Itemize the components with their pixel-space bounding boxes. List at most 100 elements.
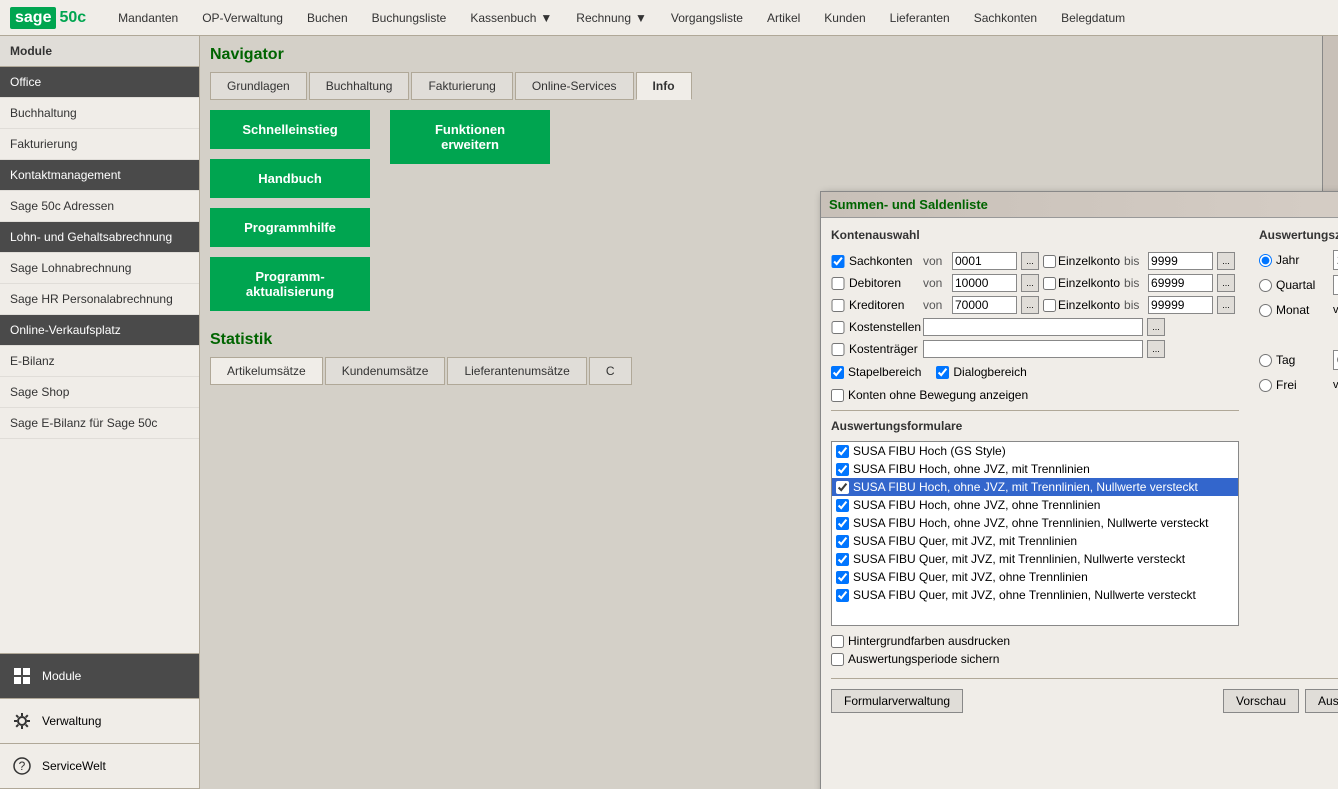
btn-schnelleinstieg[interactable]: Schnelleinstieg xyxy=(210,110,370,149)
btn-handbuch[interactable]: Handbuch xyxy=(210,159,370,198)
input-sachkonten-von[interactable] xyxy=(952,252,1017,270)
cb-debitoren-einzelkonto[interactable] xyxy=(1043,277,1056,290)
menu-belegdatum[interactable]: Belegdatum xyxy=(1049,0,1137,36)
tab-buchhaltung[interactable]: Buchhaltung xyxy=(309,72,410,100)
menu-mandanten[interactable]: Mandanten xyxy=(106,0,190,36)
tab-c[interactable]: C xyxy=(589,357,632,385)
radio-tag[interactable] xyxy=(1259,354,1272,367)
menu-kunden[interactable]: Kunden xyxy=(812,0,877,36)
cb-formulare-1[interactable] xyxy=(836,463,849,476)
tab-fakturierung[interactable]: Fakturierung xyxy=(411,72,512,100)
btn-programmhilfe[interactable]: Programmhilfe xyxy=(210,208,370,247)
btn-formularverwaltung[interactable]: Formularverwaltung xyxy=(831,689,963,713)
formulare-listbox[interactable]: SUSA FIBU Hoch (GS Style) SUSA FIBU Hoch… xyxy=(831,441,1239,626)
cb-formulare-2[interactable] xyxy=(836,481,849,494)
menu-vorgangsliste[interactable]: Vorgangsliste xyxy=(659,0,755,36)
btn-ausgabe[interactable]: Ausgabe ▼ xyxy=(1305,689,1338,713)
btn-kreditoren-bis-dots[interactable]: ... xyxy=(1217,296,1235,314)
cb-kreditoren[interactable] xyxy=(831,299,845,312)
menu-op-verwaltung[interactable]: OP-Verwaltung xyxy=(190,0,295,36)
cb-kostentraeger[interactable] xyxy=(831,343,845,356)
input-sachkonten-bis[interactable] xyxy=(1148,252,1213,270)
cb-sachkonten[interactable] xyxy=(831,255,845,268)
sidebar-item-office[interactable]: Office xyxy=(0,67,199,98)
sidebar-item-buchhaltung[interactable]: Buchhaltung xyxy=(0,98,199,129)
formulare-item-8[interactable]: SUSA FIBU Quer, mit JVZ, ohne Trennlinie… xyxy=(832,586,1238,604)
menu-buchungsliste[interactable]: Buchungsliste xyxy=(360,0,459,36)
cb-hintergrundfarben[interactable] xyxy=(831,635,844,648)
cb-formulare-6[interactable] xyxy=(836,553,849,566)
cb-formulare-0[interactable] xyxy=(836,445,849,458)
btn-kostenstellen-dots[interactable]: ... xyxy=(1147,318,1165,336)
formulare-item-1[interactable]: SUSA FIBU Hoch, ohne JVZ, mit Trennlinie… xyxy=(832,460,1238,478)
cb-formulare-7[interactable] xyxy=(836,571,849,584)
cb-formulare-3[interactable] xyxy=(836,499,849,512)
radio-frei[interactable] xyxy=(1259,379,1272,392)
input-kostenstellen[interactable] xyxy=(923,318,1143,336)
sidebar-item-sage-lohn[interactable]: Sage Lohnabrechnung xyxy=(0,253,199,284)
input-jahr[interactable] xyxy=(1333,250,1338,270)
menu-sachkonten[interactable]: Sachkonten xyxy=(962,0,1049,36)
sidebar-bottom-servicewelt[interactable]: ? ServiceWelt xyxy=(0,744,199,789)
sidebar-item-sage-hr[interactable]: Sage HR Personalabrechnung xyxy=(0,284,199,315)
formulare-item-6[interactable]: SUSA FIBU Quer, mit JVZ, mit Trennlinien… xyxy=(832,550,1238,568)
btn-debitoren-bis-dots[interactable]: ... xyxy=(1217,274,1235,292)
sidebar-item-lohn[interactable]: Lohn- und Gehaltsabrechnung xyxy=(0,222,199,253)
cb-kreditoren-einzelkonto[interactable] xyxy=(1043,299,1056,312)
cb-konten-bewegung[interactable] xyxy=(831,389,844,402)
menu-buchen[interactable]: Buchen xyxy=(295,0,360,36)
input-kreditoren-von[interactable] xyxy=(952,296,1017,314)
sidebar-item-sage50c-adressen[interactable]: Sage 50c Adressen xyxy=(0,191,199,222)
tab-kundenumsaetze[interactable]: Kundenumsätze xyxy=(325,357,446,385)
cb-dialogbereich[interactable] xyxy=(936,366,949,379)
btn-debitoren-von-dots[interactable]: ... xyxy=(1021,274,1039,292)
btn-kostentraeger-dots[interactable]: ... xyxy=(1147,340,1165,358)
tab-lieferantenumsaetze[interactable]: Lieferantenumsätze xyxy=(447,357,586,385)
btn-funktionen-erweitern[interactable]: Funktionen erweitern xyxy=(390,110,550,164)
input-tag[interactable] xyxy=(1333,350,1338,370)
btn-kreditoren-von-dots[interactable]: ... xyxy=(1021,296,1039,314)
formulare-item-5[interactable]: SUSA FIBU Quer, mit JVZ, mit Trennlinien xyxy=(832,532,1238,550)
sidebar-bottom-module[interactable]: Module xyxy=(0,654,199,699)
sidebar-item-sage-ebilanz[interactable]: Sage E-Bilanz für Sage 50c xyxy=(0,408,199,439)
radio-quartal[interactable] xyxy=(1259,279,1272,292)
tab-info[interactable]: Info xyxy=(636,72,692,100)
sidebar-bottom-verwaltung[interactable]: Verwaltung xyxy=(0,699,199,744)
cb-sachkonten-einzelkonto[interactable] xyxy=(1043,255,1056,268)
sidebar-item-online-verkauf[interactable]: Online-Verkaufsplatz xyxy=(0,315,199,346)
cb-debitoren[interactable] xyxy=(831,277,845,290)
select-quartal[interactable]: 1. 2. 3. 4. xyxy=(1333,275,1338,295)
radio-monat[interactable] xyxy=(1259,304,1272,317)
input-kostentraeger[interactable] xyxy=(923,340,1143,358)
menu-lieferanten[interactable]: Lieferanten xyxy=(878,0,962,36)
sidebar-item-ebilanz[interactable]: E-Bilanz xyxy=(0,346,199,377)
tab-grundlagen[interactable]: Grundlagen xyxy=(210,72,307,100)
input-debitoren-von[interactable] xyxy=(952,274,1017,292)
formulare-item-2[interactable]: SUSA FIBU Hoch, ohne JVZ, mit Trennlinie… xyxy=(832,478,1238,496)
cb-formulare-8[interactable] xyxy=(836,589,849,602)
sidebar-item-fakturierung[interactable]: Fakturierung xyxy=(0,129,199,160)
btn-sachkonten-von-dots[interactable]: ... xyxy=(1021,252,1039,270)
btn-programm-aktualisierung[interactable]: Programm- aktualisierung xyxy=(210,257,370,311)
radio-jahr[interactable] xyxy=(1259,254,1272,267)
btn-vorschau[interactable]: Vorschau xyxy=(1223,689,1299,713)
menu-artikel[interactable]: Artikel xyxy=(755,0,812,36)
formulare-item-0[interactable]: SUSA FIBU Hoch (GS Style) xyxy=(832,442,1238,460)
tab-online-services[interactable]: Online-Services xyxy=(515,72,634,100)
btn-sachkonten-bis-dots[interactable]: ... xyxy=(1217,252,1235,270)
cb-kostenstellen[interactable] xyxy=(831,321,845,334)
tab-artikelumsaetze[interactable]: Artikelumsätze xyxy=(210,357,323,385)
sidebar-item-kontaktmanagement[interactable]: Kontaktmanagement xyxy=(0,160,199,191)
cb-formulare-4[interactable] xyxy=(836,517,849,530)
cb-stapelbereich[interactable] xyxy=(831,366,844,379)
sidebar-item-sage-shop[interactable]: Sage Shop xyxy=(0,377,199,408)
menu-rechnung[interactable]: Rechnung ▼ xyxy=(564,0,659,36)
cb-formulare-5[interactable] xyxy=(836,535,849,548)
cb-auswertungsperiode[interactable] xyxy=(831,653,844,666)
formulare-item-3[interactable]: SUSA FIBU Hoch, ohne JVZ, ohne Trennlini… xyxy=(832,496,1238,514)
formulare-item-7[interactable]: SUSA FIBU Quer, mit JVZ, ohne Trennlinie… xyxy=(832,568,1238,586)
menu-kassenbuch[interactable]: Kassenbuch ▼ xyxy=(458,0,564,36)
input-debitoren-bis[interactable] xyxy=(1148,274,1213,292)
input-kreditoren-bis[interactable] xyxy=(1148,296,1213,314)
formulare-item-4[interactable]: SUSA FIBU Hoch, ohne JVZ, ohne Trennlini… xyxy=(832,514,1238,532)
